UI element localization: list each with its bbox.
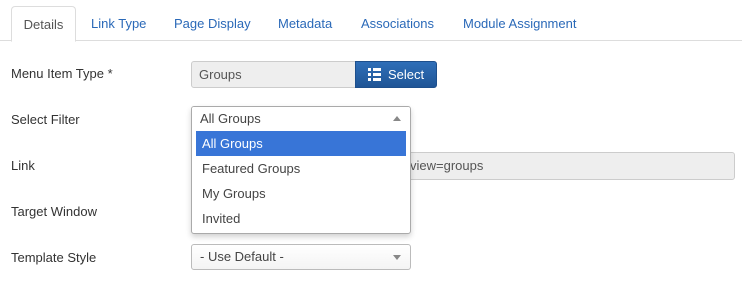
chevron-up-icon: [393, 116, 401, 121]
option-featured-groups[interactable]: Featured Groups: [196, 156, 406, 181]
tab-details[interactable]: Details: [11, 6, 76, 42]
template-style-label: Template Style: [11, 250, 97, 265]
menu-item-type-field: Groups: [191, 61, 356, 88]
select-button[interactable]: Select: [355, 61, 437, 88]
select-filter-value: All Groups: [200, 111, 261, 126]
select-filter-dropdown[interactable]: All Groups All Groups Featured Groups My…: [191, 106, 411, 234]
option-all-groups[interactable]: All Groups: [196, 131, 406, 156]
select-button-label: Select: [388, 67, 425, 82]
tab-metadata[interactable]: Metadata: [278, 6, 332, 42]
chevron-down-icon: [393, 255, 401, 260]
tab-module-assignment[interactable]: Module Assignment: [463, 6, 576, 42]
template-style-select[interactable]: - Use Default -: [191, 244, 411, 270]
select-filter-current[interactable]: All Groups: [192, 107, 410, 131]
template-style-value: - Use Default -: [200, 249, 284, 264]
option-invited[interactable]: Invited: [196, 206, 406, 231]
tab-link-type[interactable]: Link Type: [91, 6, 146, 42]
tab-page-display[interactable]: Page Display: [174, 6, 251, 42]
list-icon: [368, 68, 381, 81]
link-label: Link: [11, 158, 35, 173]
option-my-groups[interactable]: My Groups: [196, 181, 406, 206]
select-filter-label: Select Filter: [11, 112, 80, 127]
menu-item-type-label: Menu Item Type *: [11, 66, 113, 81]
target-window-label: Target Window: [11, 204, 97, 219]
tab-bar: Details Link Type Page Display Metadata …: [0, 0, 742, 42]
tab-associations[interactable]: Associations: [361, 6, 434, 42]
